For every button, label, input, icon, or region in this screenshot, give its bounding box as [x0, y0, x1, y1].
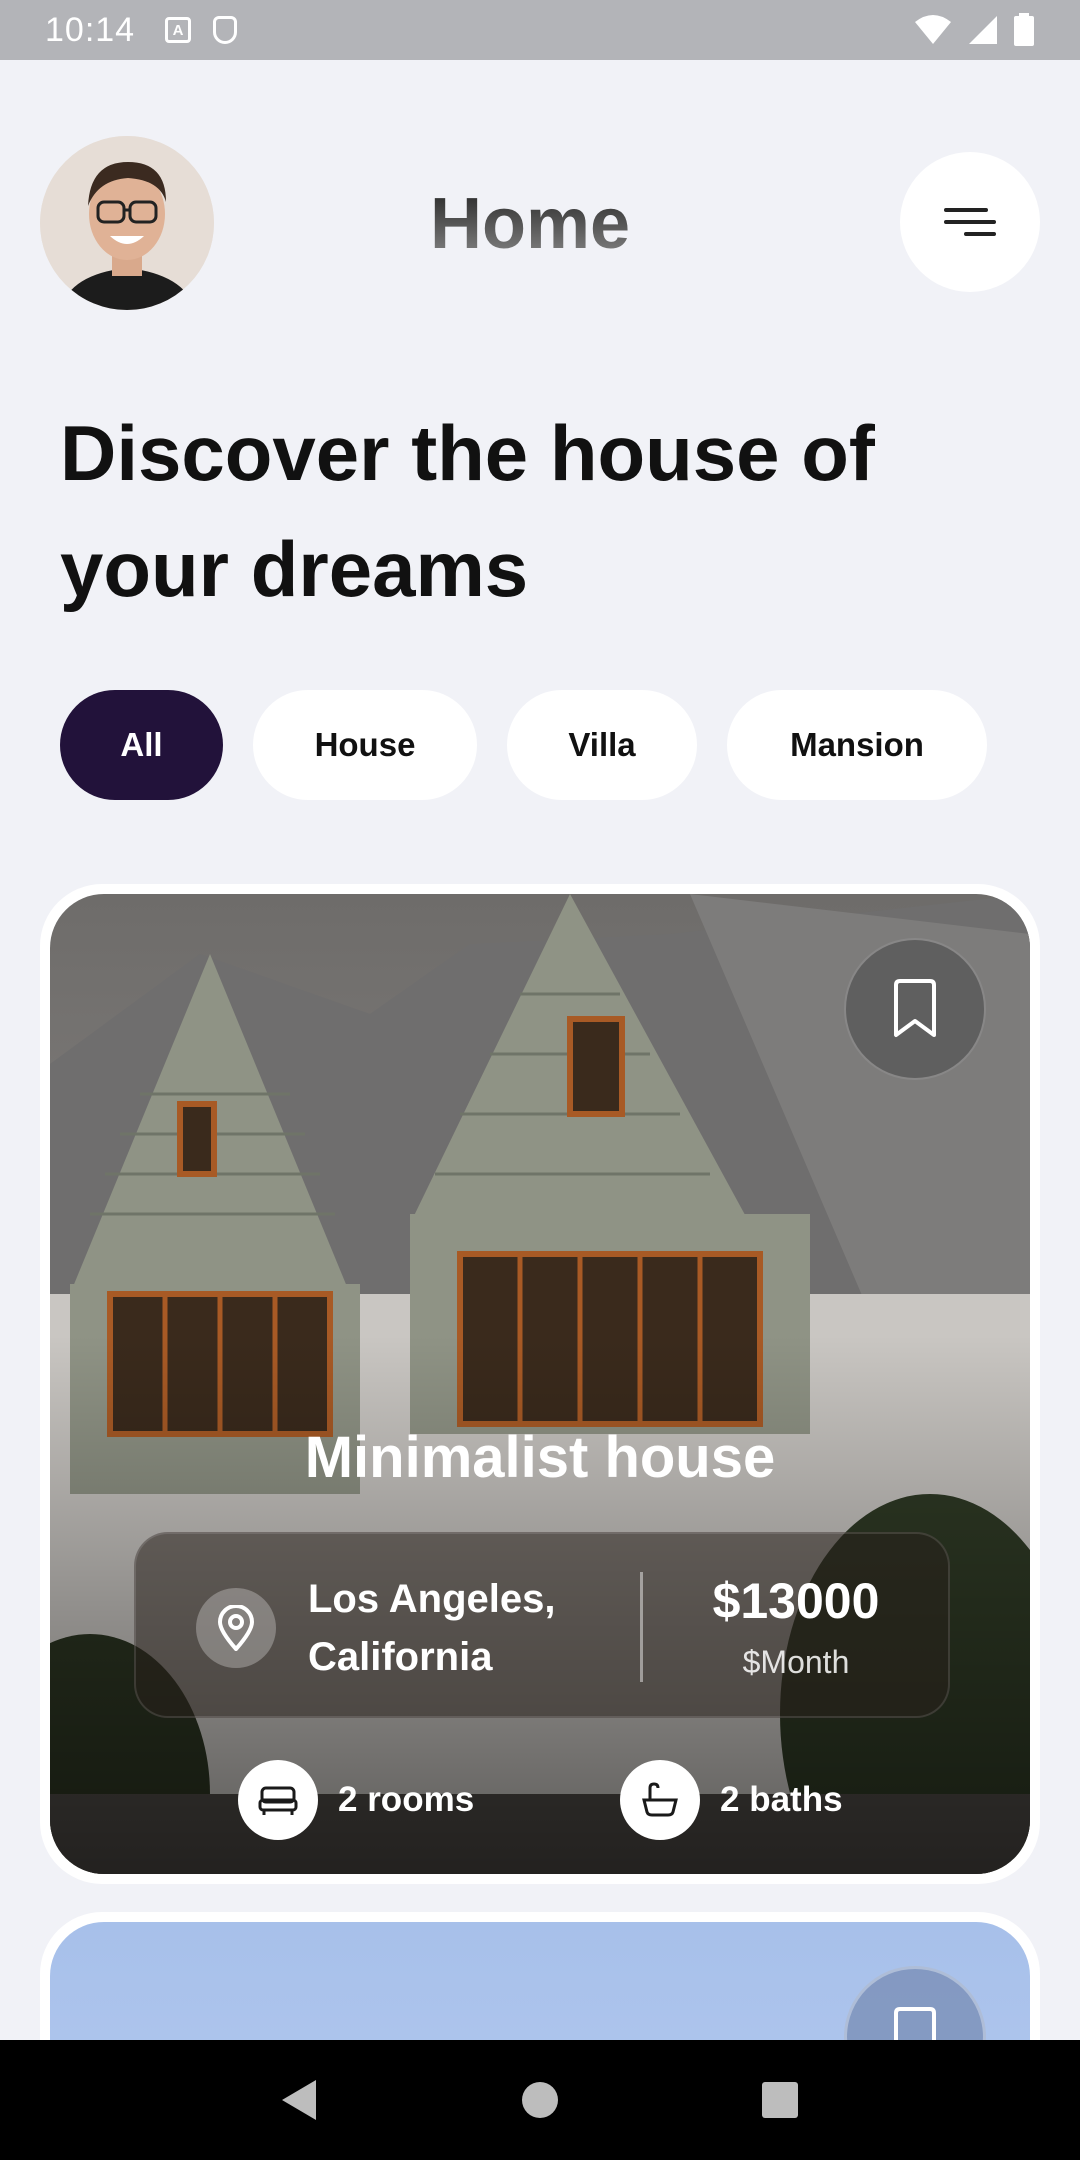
- divider: [640, 1572, 643, 1682]
- bed-icon: [238, 1760, 318, 1840]
- baths-feature: 2 baths: [620, 1760, 843, 1840]
- logo-text: Home: [430, 188, 630, 258]
- menu-icon: [944, 208, 996, 236]
- bathtub-icon: [620, 1760, 700, 1840]
- system-nav-bar: [0, 2040, 1080, 2160]
- avatar[interactable]: [40, 136, 214, 310]
- menu-button[interactable]: [900, 152, 1040, 292]
- listing-location: Los Angeles, California: [308, 1577, 556, 1679]
- status-time: 10:14: [45, 10, 136, 49]
- bookmark-button[interactable]: [844, 938, 986, 1080]
- listing-info-panel: Los Angeles, California $13000 $Month: [134, 1532, 950, 1718]
- font-icon: A: [165, 17, 192, 43]
- listing-image: Minimalist house Los Angeles, California…: [50, 894, 1030, 1874]
- listing-title: Minimalist house: [304, 1425, 776, 1490]
- battery-icon: [1014, 13, 1034, 46]
- baths-label: 2 baths: [720, 1780, 843, 1819]
- chip-mansion[interactable]: Mansion: [727, 690, 987, 800]
- chip-all[interactable]: All: [60, 690, 223, 800]
- back-icon[interactable]: [280, 2078, 320, 2122]
- listing-price: $13000: [712, 1573, 880, 1629]
- shield-icon: [213, 16, 238, 44]
- bookmark-icon: [894, 979, 936, 1037]
- home-logo: Home: [430, 184, 690, 264]
- recents-icon[interactable]: [760, 2080, 800, 2120]
- chip-house[interactable]: House: [253, 690, 477, 800]
- signal-icon: [969, 16, 997, 44]
- rooms-feature: 2 rooms: [238, 1760, 474, 1840]
- rooms-label: 2 rooms: [338, 1780, 475, 1819]
- filter-chips: All House Villa Mansion: [60, 690, 987, 800]
- listing-price-unit: $Month: [742, 1644, 850, 1680]
- page-title: Discover the house of your dreams: [60, 409, 875, 613]
- status-bar: 10:14 A: [0, 0, 1080, 60]
- wifi-icon: [915, 15, 951, 44]
- location-pin-icon: [196, 1588, 276, 1668]
- chip-villa[interactable]: Villa: [507, 690, 697, 800]
- home-icon[interactable]: [520, 2080, 560, 2120]
- listing-card[interactable]: Minimalist house Los Angeles, California…: [40, 884, 1040, 1884]
